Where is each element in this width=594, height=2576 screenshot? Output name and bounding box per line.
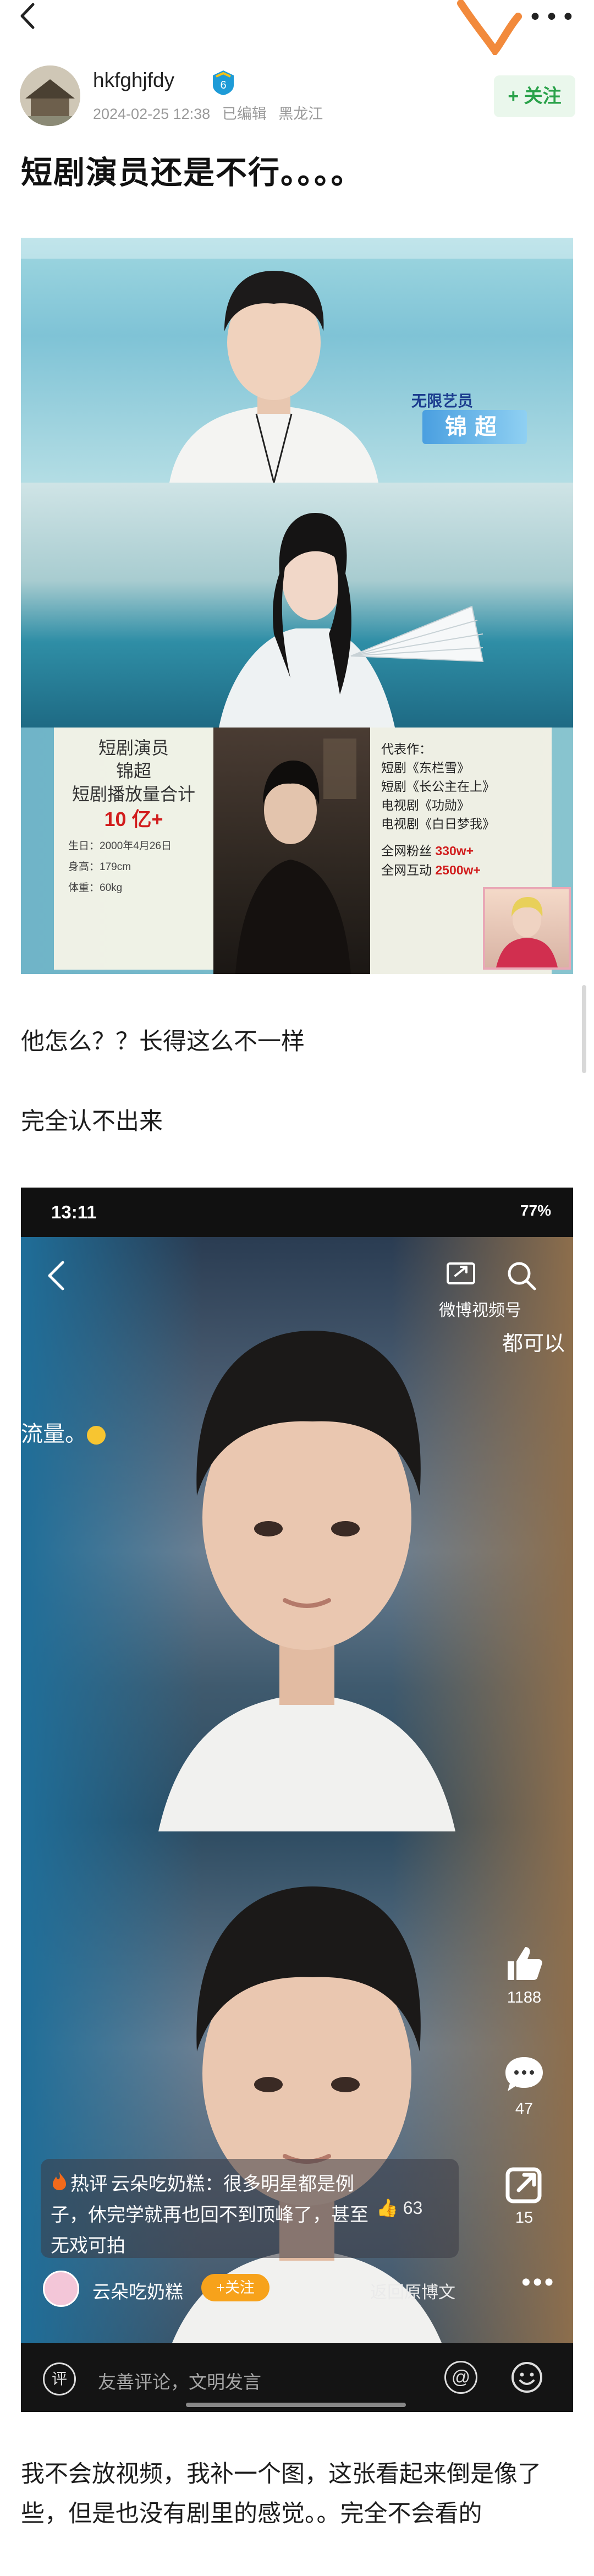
card-total: 10 亿+ xyxy=(104,808,163,830)
actor-info-card: 短剧演员 锦超 短剧播放量合计 10 亿+ 生日：2000年4月26日 身高：1… xyxy=(54,728,213,970)
author-row: hkfghjfdy 6 2024-02-25 12:38 已编辑 黑龙江 + 关… xyxy=(20,63,575,135)
laugh-emoji-icon xyxy=(87,1426,106,1445)
post-paragraph-3: 我不会放视频，我补一个图，这张看起来倒是像了些，但是也没有剧里的感觉。。完全不会… xyxy=(21,2460,541,2528)
like-count: 1188 xyxy=(507,1989,542,2006)
top-bar: ••• xyxy=(0,0,594,55)
return-to-post-link[interactable]: 返回原博文 xyxy=(370,2278,455,2303)
avatar-image xyxy=(20,65,80,126)
comment-avatar-icon: 评 xyxy=(43,2362,76,2395)
caption-label: 无限艺员 xyxy=(411,392,474,409)
photo-panel-top: 无限艺员 锦超 xyxy=(21,238,573,483)
video-watermark: 微博视频号 xyxy=(439,1301,521,1320)
card-line2: 锦超 xyxy=(116,761,151,781)
chevron-left-icon[interactable] xyxy=(16,2,38,30)
card-weight: 体重：60kg xyxy=(68,882,123,894)
chat-bubble-icon[interactable] xyxy=(502,2053,546,2097)
comment-input[interactable]: 友善评论，文明发言 xyxy=(98,2367,261,2394)
caption-name: 锦超 xyxy=(422,410,527,444)
status-battery: 77% xyxy=(520,1202,551,1219)
post-image-2[interactable]: 13:11 77% 微博视频号 都可以 流量。 1188 47 15 热评 云朵… xyxy=(21,1188,573,2412)
video-author-row: 云朵吃奶糕 +关注 返回原博文 ••• xyxy=(43,2267,560,2311)
level-badge-icon: 6 xyxy=(213,70,234,95)
more-icon[interactable]: ••• xyxy=(528,3,578,31)
share-action[interactable]: 15 xyxy=(494,2162,554,2227)
author-name[interactable]: hkfghjfdy xyxy=(93,69,174,92)
comment-input-bar: 评 友善评论，文明发言 @ xyxy=(21,2343,573,2412)
video-more-icon[interactable]: ••• xyxy=(521,2267,556,2298)
comment-count: 47 xyxy=(515,2100,534,2118)
card-height: 身高：179cm xyxy=(68,861,131,873)
scrollbar[interactable] xyxy=(582,985,586,1073)
interact-label: 全网互动 xyxy=(381,863,432,877)
card-birthday: 生日：2000年4月26日 xyxy=(68,840,172,852)
post-date: 2024-02-25 12:38 xyxy=(93,106,211,122)
actor-photo xyxy=(169,271,378,483)
video-back-icon[interactable] xyxy=(43,1259,70,1292)
info-panel-bottom: 短剧演员 锦超 短剧播放量合计 10 亿+ 生日：2000年4月26日 身高：1… xyxy=(21,728,573,974)
works-heading: 代表作： xyxy=(381,742,432,756)
hot-comment[interactable]: 热评 云朵吃奶糕：很多明星都是例子，休完学就再也回不到顶峰了，甚至无戏可拍 👍 … xyxy=(41,2159,459,2258)
post-paragraph-2: 完全认不出来 xyxy=(21,1108,163,1135)
thumbs-up-icon[interactable] xyxy=(502,1941,546,1986)
post-title: 短剧演员还是不行。。。。 xyxy=(21,155,364,191)
portrait-image xyxy=(235,739,356,974)
swipe-gesture-mark xyxy=(457,0,522,55)
fans-stat: 全网粉丝 330w+ xyxy=(381,840,474,859)
post-meta: 2024-02-25 12:38 已编辑 黑龙江 xyxy=(93,102,331,123)
danmaku-text: 流量。 xyxy=(21,1416,106,1448)
portrait-card xyxy=(213,728,370,974)
interact-stat: 全网互动 2500w+ xyxy=(381,860,481,878)
mention-icon[interactable]: @ xyxy=(444,2361,477,2394)
photo-panel-middle xyxy=(21,483,573,728)
level-number: 6 xyxy=(220,79,226,91)
edited-label: 已编辑 xyxy=(222,106,267,122)
like-action[interactable]: 1188 xyxy=(494,1941,554,2007)
uploader-avatar[interactable] xyxy=(43,2271,79,2307)
interact-value: 2500w+ xyxy=(435,863,481,877)
comment-action[interactable]: 47 xyxy=(494,2053,554,2118)
phone-status-bar: 13:11 77% xyxy=(21,1188,573,1237)
hot-likes-count: 63 xyxy=(403,2198,423,2218)
presenter-image xyxy=(496,897,558,967)
presenter-inset xyxy=(483,887,571,970)
search-icon[interactable] xyxy=(505,1259,538,1292)
post-image-1[interactable]: 无限艺员 锦超 短剧演员 锦超 短剧播放量合计 10 亿+ 生日：2000年4月… xyxy=(21,238,573,974)
fans-value: 330w+ xyxy=(435,844,474,858)
danmaku-label: 流量。 xyxy=(21,1422,87,1446)
work-4: 电视剧《白日梦我》 xyxy=(381,817,495,831)
post-paragraph-1: 他怎么？？长得这么不一样 xyxy=(21,1028,305,1055)
uploader-follow-button[interactable]: +关注 xyxy=(201,2274,270,2301)
card-line3: 短剧播放量合计 xyxy=(72,784,195,804)
avatar[interactable] xyxy=(20,65,80,126)
work-3: 电视剧《功勋》 xyxy=(381,798,470,812)
follow-button[interactable]: + 关注 xyxy=(494,75,575,117)
work-2: 短剧《长公主在上》 xyxy=(381,779,495,794)
post-location: 黑龙江 xyxy=(278,106,323,122)
fans-label: 全网粉丝 xyxy=(381,844,432,858)
share-count: 15 xyxy=(515,2209,534,2227)
card-line1: 短剧演员 xyxy=(98,738,169,758)
video-face-upper xyxy=(158,1331,455,1831)
name-caption: 无限艺员 锦超 xyxy=(411,389,543,450)
screen-cast-icon[interactable] xyxy=(444,1259,477,1292)
hot-comment-text: 云朵吃奶糕：很多明星都是例子，休完学就再也回不到顶峰了，甚至无戏可拍 xyxy=(51,2174,369,2256)
status-clock: 13:11 xyxy=(51,1202,97,1222)
work-1: 短剧《东栏雪》 xyxy=(381,761,470,775)
home-indicator xyxy=(186,2403,406,2407)
share-icon[interactable] xyxy=(502,2162,546,2206)
emoji-icon[interactable] xyxy=(510,2361,543,2394)
costume-photo xyxy=(219,513,484,728)
hot-comment-likes: 👍 63 xyxy=(376,2198,423,2218)
uploader-name[interactable]: 云朵吃奶糕 xyxy=(92,2277,183,2304)
video-overlay-text: 都可以 xyxy=(502,1332,565,1355)
